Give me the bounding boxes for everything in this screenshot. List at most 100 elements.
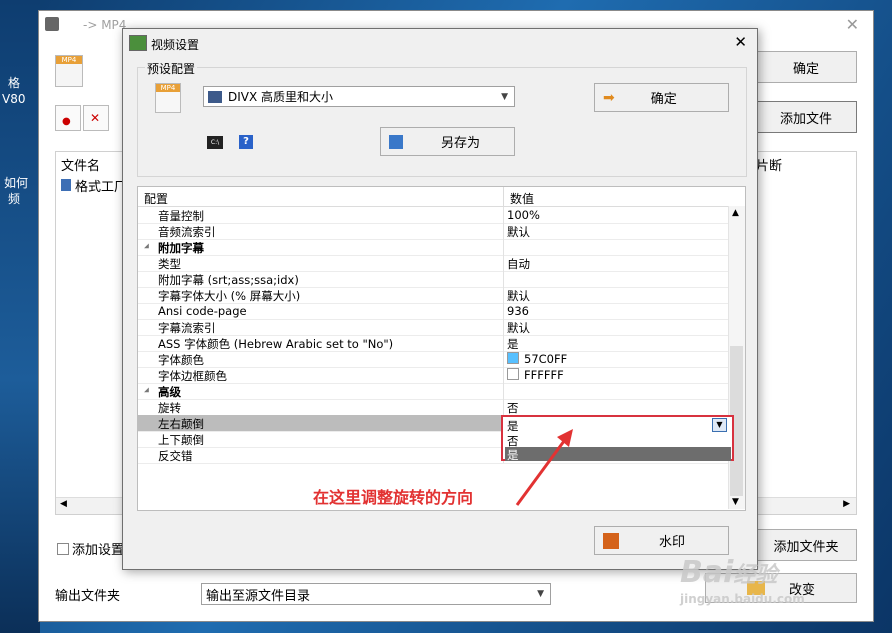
- row-key: 字幕流索引: [158, 321, 216, 335]
- grid-category-row[interactable]: ◢ 高级: [138, 383, 728, 400]
- preset-value: DIVX 高质里和大小: [228, 90, 334, 104]
- grid-row[interactable]: Ansi code-page 936: [138, 303, 728, 320]
- row-value[interactable]: 否: [507, 400, 519, 416]
- delete-icon[interactable]: ✕: [83, 105, 109, 131]
- row-key: 类型: [158, 257, 181, 271]
- row-value[interactable]: 100%: [507, 208, 540, 222]
- row-key: 上下颠倒: [158, 433, 204, 447]
- close-icon[interactable]: ✕: [734, 33, 747, 51]
- file-icon: [61, 179, 71, 191]
- row-key: 字体颜色: [158, 353, 204, 367]
- scroll-left-icon[interactable]: ◀: [60, 499, 67, 509]
- row-value[interactable]: 936: [507, 304, 529, 318]
- grid-row[interactable]: 字体颜色 57C0FF: [138, 351, 728, 368]
- grid-row[interactable]: 旋转 否: [138, 399, 728, 416]
- row-key: Ansi code-page: [158, 304, 247, 318]
- config-column-header: 配置: [144, 192, 169, 206]
- cmd-icon[interactable]: C:\: [207, 136, 223, 149]
- row-value[interactable]: 是: [507, 336, 519, 352]
- row-key: 高级: [158, 385, 181, 399]
- chevron-down-icon: ▼: [501, 91, 508, 102]
- watermark-brand2: 经验: [733, 563, 778, 588]
- desktop-label: 格: [8, 76, 21, 90]
- help-icon[interactable]: ?: [239, 135, 253, 149]
- desktop-label: 如何: [4, 176, 29, 190]
- window-title: -> MP4: [83, 18, 127, 32]
- row-key: 音量控制: [158, 209, 204, 223]
- confirm-button[interactable]: 确定: [755, 51, 857, 83]
- row-value-text: 57C0FF: [524, 352, 568, 366]
- app-icon: [45, 17, 59, 31]
- row-value[interactable]: 自动: [507, 256, 530, 272]
- row-key: 附加字幕: [158, 241, 204, 255]
- row-key: 旋转: [158, 401, 181, 415]
- vertical-scrollbar[interactable]: ▲ ▼: [728, 206, 745, 509]
- output-folder-value: 输出至源文件目录: [206, 588, 311, 604]
- watermark-label: 水印: [659, 535, 686, 550]
- row-key: ASS 字体颜色 (Hebrew Arabic set to "No"): [158, 337, 394, 351]
- watermark-brand: Bai: [680, 555, 734, 590]
- arrow-right-icon: ➡: [603, 89, 615, 106]
- mp4-file-icon: MP4: [55, 55, 83, 87]
- watermark-url: jingyan.baidu.com: [680, 592, 805, 606]
- collapse-icon[interactable]: ◢: [144, 241, 149, 250]
- scroll-down-icon[interactable]: ▼: [732, 497, 739, 507]
- grid-row[interactable]: 字幕字体大小 (% 屏幕大小) 默认: [138, 287, 728, 304]
- row-value[interactable]: 57C0FF: [507, 352, 567, 366]
- grid-row[interactable]: ASS 字体颜色 (Hebrew Arabic set to "No") 是: [138, 335, 728, 352]
- annotation-arrow: [515, 429, 573, 506]
- row-value[interactable]: 默认: [507, 320, 530, 336]
- scroll-right-icon[interactable]: ▶: [843, 499, 850, 509]
- remove-icon[interactable]: ●: [55, 105, 81, 131]
- output-folder-select[interactable]: 输出至源文件目录 ▼: [201, 583, 551, 605]
- grid-row[interactable]: 字体边框颜色 FFFFFF: [138, 367, 728, 384]
- color-swatch: [507, 368, 519, 380]
- save-icon: [389, 134, 403, 149]
- grid-row[interactable]: 类型 自动: [138, 255, 728, 272]
- watermark-icon: [603, 532, 619, 549]
- save-as-label: 另存为: [441, 136, 481, 151]
- settings-icon: [129, 35, 147, 51]
- value-column-header: 数值: [510, 192, 535, 206]
- row-value[interactable]: 默认: [507, 288, 530, 304]
- baidu-watermark: Bai经验: [680, 555, 777, 590]
- ok-label: 确定: [650, 92, 677, 107]
- grid-category-row[interactable]: ◢ 附加字幕: [138, 239, 728, 256]
- ok-button[interactable]: ➡ 确定: [594, 83, 729, 112]
- grid-row[interactable]: 字幕流索引 默认: [138, 319, 728, 336]
- row-value[interactable]: FFFFFF: [507, 368, 564, 382]
- row-value-text: FFFFFF: [524, 368, 564, 382]
- collapse-icon[interactable]: ◢: [144, 385, 149, 394]
- desktop-label: V80: [2, 92, 26, 106]
- settings-grid: 配置 数值 音量控制 100% 音频流索引 默认 ◢ 附加字幕 类型 自动 附加字幕 (srt;…: [137, 186, 746, 511]
- checkbox-icon[interactable]: [57, 543, 69, 555]
- chevron-down-icon[interactable]: ▼: [712, 418, 727, 432]
- row-key: 字幕字体大小 (% 屏幕大小): [158, 289, 301, 303]
- grid-row[interactable]: 音量控制 100%: [138, 207, 728, 224]
- preset-select[interactable]: DIVX 高质里和大小 ▼: [203, 86, 515, 107]
- row-key: 音频流索引: [158, 225, 216, 239]
- chevron-down-icon: ▼: [537, 589, 544, 599]
- output-folder-label: 输出文件夹: [55, 589, 121, 604]
- preset-group-label: 预设配置: [145, 60, 198, 77]
- scroll-up-icon[interactable]: ▲: [732, 208, 739, 218]
- close-icon[interactable]: ✕: [846, 15, 859, 34]
- file-item[interactable]: 格式工厂: [61, 176, 127, 195]
- row-value[interactable]: 默认: [507, 224, 530, 240]
- file-name-column: 文件名: [61, 159, 101, 174]
- add-file-button[interactable]: 添加文件: [755, 101, 857, 133]
- mp4-file-icon: MP4: [155, 83, 181, 113]
- annotation-text: 在这里调整旋转的方向: [313, 488, 474, 507]
- row-key: 字体边框颜色: [158, 369, 227, 383]
- file-item-label: 格式工厂: [75, 180, 128, 195]
- save-as-button[interactable]: 另存为: [380, 127, 515, 156]
- color-swatch: [507, 352, 519, 364]
- row-key: 左右颠倒: [158, 417, 204, 431]
- watermark-button[interactable]: 水印: [594, 526, 729, 555]
- desktop-label: 频: [8, 192, 21, 206]
- grid-row[interactable]: 附加字幕 (srt;ass;ssa;idx): [138, 271, 728, 288]
- clip-column: 片断: [756, 159, 783, 174]
- dialog-title: 视频设置: [151, 38, 200, 52]
- grid-row[interactable]: 音频流索引 默认: [138, 223, 728, 240]
- film-icon: [208, 90, 222, 103]
